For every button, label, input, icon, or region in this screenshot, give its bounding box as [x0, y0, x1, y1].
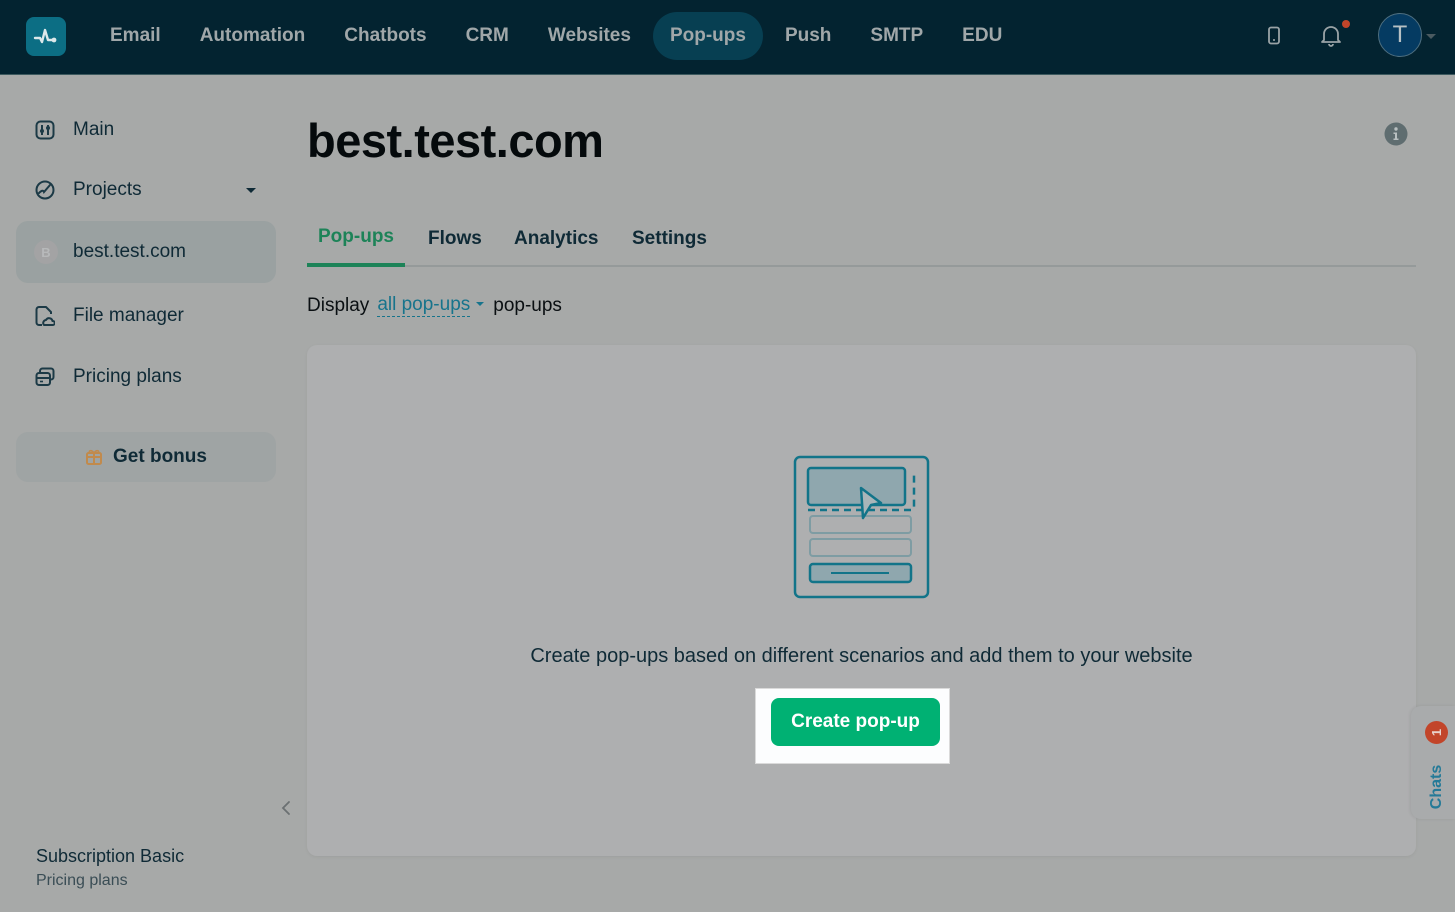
pulse-logo-icon[interactable]	[26, 17, 66, 56]
nav-chatbots[interactable]: Chatbots	[327, 12, 443, 60]
pricing-icon	[34, 366, 56, 388]
page-tabs: Pop-ups Flows Analytics Settings	[307, 210, 1416, 267]
info-icon[interactable]	[1384, 122, 1408, 151]
notification-dot	[1342, 20, 1350, 28]
caret-down-icon[interactable]	[476, 302, 485, 306]
user-avatar[interactable]: T	[1378, 13, 1422, 57]
mobile-app-icon[interactable]	[1267, 26, 1281, 51]
caret-down-icon[interactable]	[246, 188, 256, 193]
nav-push[interactable]: Push	[768, 12, 848, 60]
chats-label: Chats	[1428, 764, 1445, 810]
sidebar-item-file-manager[interactable]: File manager	[16, 285, 276, 347]
projects-icon	[34, 179, 56, 201]
sliders-icon	[34, 119, 56, 141]
empty-state-message: Create pop-ups based on different scenar…	[530, 645, 1193, 667]
tab-popups[interactable]: Pop-ups	[307, 210, 405, 267]
nav-smtp[interactable]: SMTP	[853, 12, 940, 60]
popup-illustration-icon	[793, 455, 931, 606]
sidebar-item-project-best-test-com[interactable]: B best.test.com	[16, 221, 276, 283]
sidebar-item-label: Pricing plans	[73, 366, 182, 387]
display-filter-suffix: pop-ups	[493, 294, 562, 316]
sidebar-item-main[interactable]: Main	[16, 99, 276, 161]
sidebar-item-projects[interactable]: Projects	[16, 159, 276, 221]
project-avatar: B	[34, 240, 58, 264]
sidebar-item-label: best.test.com	[73, 241, 186, 262]
sidebar-item-label: Main	[73, 119, 115, 140]
nav-edu[interactable]: EDU	[945, 12, 1019, 60]
get-bonus-button[interactable]: Get bonus	[16, 432, 276, 482]
nav-automation[interactable]: Automation	[183, 12, 323, 60]
pricing-plans-link[interactable]: Pricing plans	[36, 872, 128, 890]
chats-widget-tab[interactable]: 1 Chats	[1411, 706, 1455, 819]
nav-crm[interactable]: CRM	[449, 12, 526, 60]
sidebar-item-label: File manager	[73, 305, 184, 326]
nav-popups[interactable]: Pop-ups	[652, 12, 763, 60]
notifications-bell-icon[interactable]	[1320, 23, 1342, 52]
create-popup-button[interactable]: Create pop-up	[771, 698, 940, 746]
display-filter: Display all pop-ups pop-ups	[307, 294, 562, 317]
tab-settings[interactable]: Settings	[621, 210, 718, 267]
top-navigation-bar: Email Automation Chatbots CRM Websites P…	[0, 0, 1455, 75]
gift-icon	[85, 448, 103, 466]
display-filter-prefix: Display	[307, 294, 370, 316]
product-nav: Email Automation Chatbots CRM Websites P…	[93, 12, 1024, 60]
sidebar-item-pricing-plans[interactable]: Pricing plans	[16, 346, 276, 408]
sidebar: Main Projects B best.test.com File manag…	[0, 76, 292, 912]
sidebar-item-label: Projects	[73, 179, 142, 200]
tab-flows[interactable]: Flows	[417, 210, 493, 267]
file-manager-icon	[34, 305, 56, 327]
tab-analytics[interactable]: Analytics	[503, 210, 609, 267]
nav-websites[interactable]: Websites	[531, 12, 648, 60]
nav-email[interactable]: Email	[93, 12, 178, 60]
subscription-title: Subscription Basic	[36, 846, 185, 866]
collapse-sidebar-chevron-left-icon[interactable]	[280, 800, 292, 821]
page-title: best.test.com	[307, 114, 604, 167]
chevron-down-icon[interactable]	[1426, 34, 1436, 39]
chats-count-badge: 1	[1425, 721, 1448, 744]
popup-filter-dropdown[interactable]: all pop-ups	[377, 294, 471, 317]
get-bonus-label: Get bonus	[113, 446, 207, 467]
